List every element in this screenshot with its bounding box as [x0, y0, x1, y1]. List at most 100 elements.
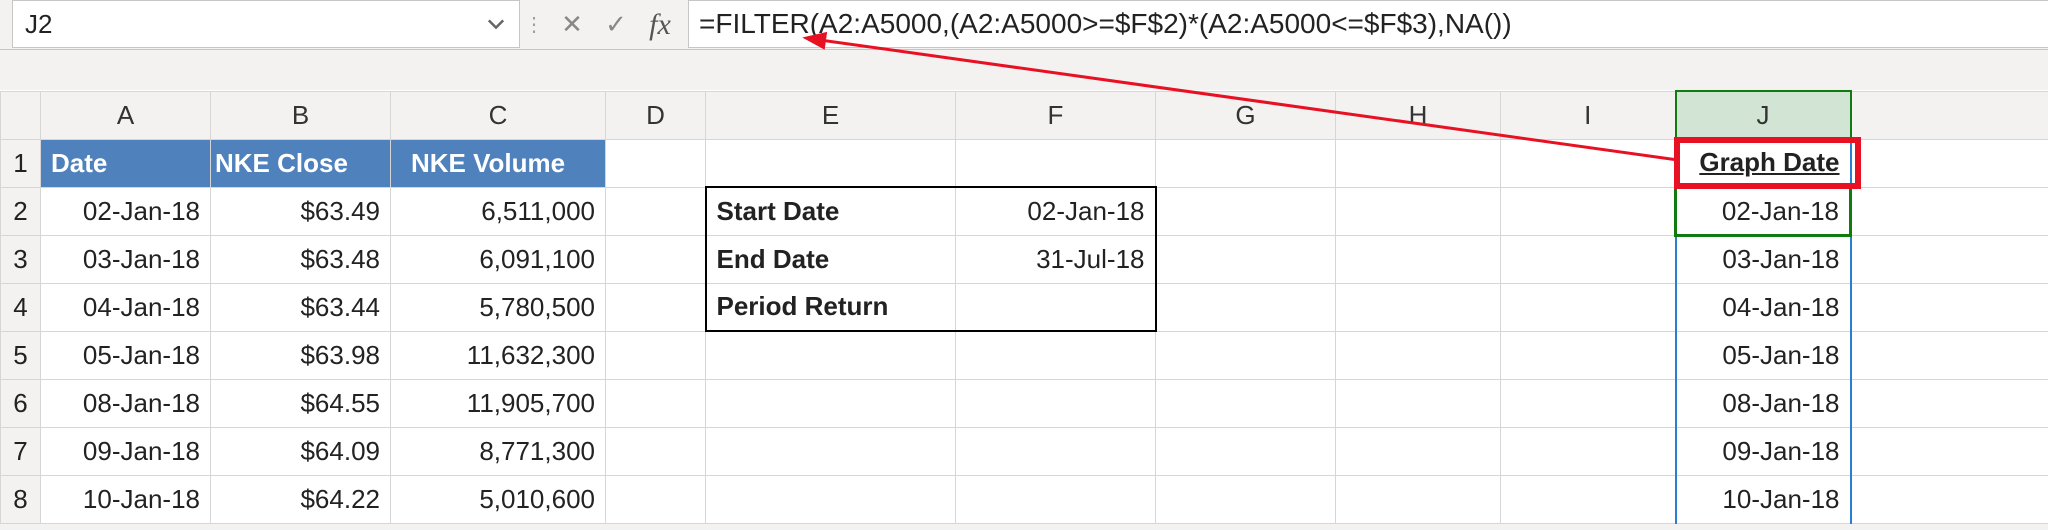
- cell-I7[interactable]: [1501, 427, 1676, 475]
- cell-G2[interactable]: [1156, 187, 1336, 235]
- cell-I6[interactable]: [1501, 379, 1676, 427]
- select-all-corner[interactable]: [1, 91, 41, 139]
- cell-G1[interactable]: [1156, 139, 1336, 187]
- confirm-formula-button[interactable]: ✓: [594, 5, 638, 45]
- cell-F7[interactable]: [956, 427, 1156, 475]
- cell-I3[interactable]: [1501, 235, 1676, 283]
- cell-H7[interactable]: [1336, 427, 1501, 475]
- col-header-F[interactable]: F: [956, 91, 1156, 139]
- row-header-4[interactable]: 4: [1, 283, 41, 331]
- cell-G6[interactable]: [1156, 379, 1336, 427]
- cell-F6[interactable]: [956, 379, 1156, 427]
- cell-K1[interactable]: [1851, 139, 2048, 187]
- cell-F1[interactable]: [956, 139, 1156, 187]
- cell-B4[interactable]: $63.44: [211, 283, 391, 331]
- cell-I4[interactable]: [1501, 283, 1676, 331]
- cell-C6[interactable]: 11,905,700: [391, 379, 606, 427]
- row-header-3[interactable]: 3: [1, 235, 41, 283]
- cell-B8[interactable]: $64.22: [211, 475, 391, 523]
- cell-D5[interactable]: [606, 331, 706, 379]
- cell-H8[interactable]: [1336, 475, 1501, 523]
- cell-D7[interactable]: [606, 427, 706, 475]
- cell-G7[interactable]: [1156, 427, 1336, 475]
- cell-C8[interactable]: 5,010,600: [391, 475, 606, 523]
- cell-F3[interactable]: 31-Jul-18: [956, 235, 1156, 283]
- cell-K7[interactable]: [1851, 427, 2048, 475]
- cell-C2[interactable]: 6,511,000: [391, 187, 606, 235]
- cell-A5[interactable]: 05-Jan-18: [41, 331, 211, 379]
- col-header-D[interactable]: D: [606, 91, 706, 139]
- cell-D6[interactable]: [606, 379, 706, 427]
- cell-D4[interactable]: [606, 283, 706, 331]
- cell-E3[interactable]: End Date: [706, 235, 956, 283]
- cell-E5[interactable]: [706, 331, 956, 379]
- cell-K8[interactable]: [1851, 475, 2048, 523]
- cell-D1[interactable]: [606, 139, 706, 187]
- cell-F4[interactable]: [956, 283, 1156, 331]
- cell-D2[interactable]: [606, 187, 706, 235]
- cell-I1[interactable]: [1501, 139, 1676, 187]
- cell-D3[interactable]: [606, 235, 706, 283]
- cell-E2[interactable]: Start Date: [706, 187, 956, 235]
- cell-F8[interactable]: [956, 475, 1156, 523]
- cell-H4[interactable]: [1336, 283, 1501, 331]
- cell-E4[interactable]: Period Return: [706, 283, 956, 331]
- cell-H6[interactable]: [1336, 379, 1501, 427]
- cell-B1[interactable]: NKE Close: [211, 139, 391, 187]
- col-header-K[interactable]: [1851, 91, 2048, 139]
- col-header-J[interactable]: J: [1676, 91, 1851, 139]
- cell-K4[interactable]: [1851, 283, 2048, 331]
- cell-F2[interactable]: 02-Jan-18: [956, 187, 1156, 235]
- cell-A8[interactable]: 10-Jan-18: [41, 475, 211, 523]
- cell-H2[interactable]: [1336, 187, 1501, 235]
- cell-G3[interactable]: [1156, 235, 1336, 283]
- cell-H1[interactable]: [1336, 139, 1501, 187]
- cell-J5[interactable]: 05-Jan-18: [1676, 331, 1851, 379]
- cell-C4[interactable]: 5,780,500: [391, 283, 606, 331]
- cell-A1[interactable]: Date: [41, 139, 211, 187]
- cell-A6[interactable]: 08-Jan-18: [41, 379, 211, 427]
- formula-input[interactable]: =FILTER(A2:A5000,(A2:A5000>=$F$2)*(A2:A5…: [688, 0, 2048, 48]
- cell-J4[interactable]: 04-Jan-18: [1676, 283, 1851, 331]
- cell-J7[interactable]: 09-Jan-18: [1676, 427, 1851, 475]
- cell-B3[interactable]: $63.48: [211, 235, 391, 283]
- cell-C1[interactable]: NKE Volume: [391, 139, 606, 187]
- cell-K2[interactable]: [1851, 187, 2048, 235]
- col-header-C[interactable]: C: [391, 91, 606, 139]
- cell-A2[interactable]: 02-Jan-18: [41, 187, 211, 235]
- cell-E8[interactable]: [706, 475, 956, 523]
- row-header-5[interactable]: 5: [1, 331, 41, 379]
- cell-G4[interactable]: [1156, 283, 1336, 331]
- row-header-7[interactable]: 7: [1, 427, 41, 475]
- row-header-8[interactable]: 8: [1, 475, 41, 523]
- col-header-I[interactable]: I: [1501, 91, 1676, 139]
- cell-J3[interactable]: 03-Jan-18: [1676, 235, 1851, 283]
- cell-E1[interactable]: [706, 139, 956, 187]
- cell-K5[interactable]: [1851, 331, 2048, 379]
- cell-K3[interactable]: [1851, 235, 2048, 283]
- cell-A3[interactable]: 03-Jan-18: [41, 235, 211, 283]
- cell-B7[interactable]: $64.09: [211, 427, 391, 475]
- col-header-G[interactable]: G: [1156, 91, 1336, 139]
- cell-K6[interactable]: [1851, 379, 2048, 427]
- cell-J8[interactable]: 10-Jan-18: [1676, 475, 1851, 523]
- cell-J2[interactable]: 02-Jan-18: [1676, 187, 1851, 235]
- cell-J1[interactable]: Graph Date: [1676, 139, 1851, 187]
- insert-function-button[interactable]: fx: [638, 5, 682, 45]
- cell-F5[interactable]: [956, 331, 1156, 379]
- cell-C7[interactable]: 8,771,300: [391, 427, 606, 475]
- col-header-E[interactable]: E: [706, 91, 956, 139]
- row-header-1[interactable]: 1: [1, 139, 41, 187]
- cell-E6[interactable]: [706, 379, 956, 427]
- cell-G5[interactable]: [1156, 331, 1336, 379]
- cell-I8[interactable]: [1501, 475, 1676, 523]
- col-header-B[interactable]: B: [211, 91, 391, 139]
- cell-B5[interactable]: $63.98: [211, 331, 391, 379]
- row-header-6[interactable]: 6: [1, 379, 41, 427]
- cell-I2[interactable]: [1501, 187, 1676, 235]
- cell-H5[interactable]: [1336, 331, 1501, 379]
- cell-B6[interactable]: $64.55: [211, 379, 391, 427]
- col-header-H[interactable]: H: [1336, 91, 1501, 139]
- cell-A7[interactable]: 09-Jan-18: [41, 427, 211, 475]
- cell-C3[interactable]: 6,091,100: [391, 235, 606, 283]
